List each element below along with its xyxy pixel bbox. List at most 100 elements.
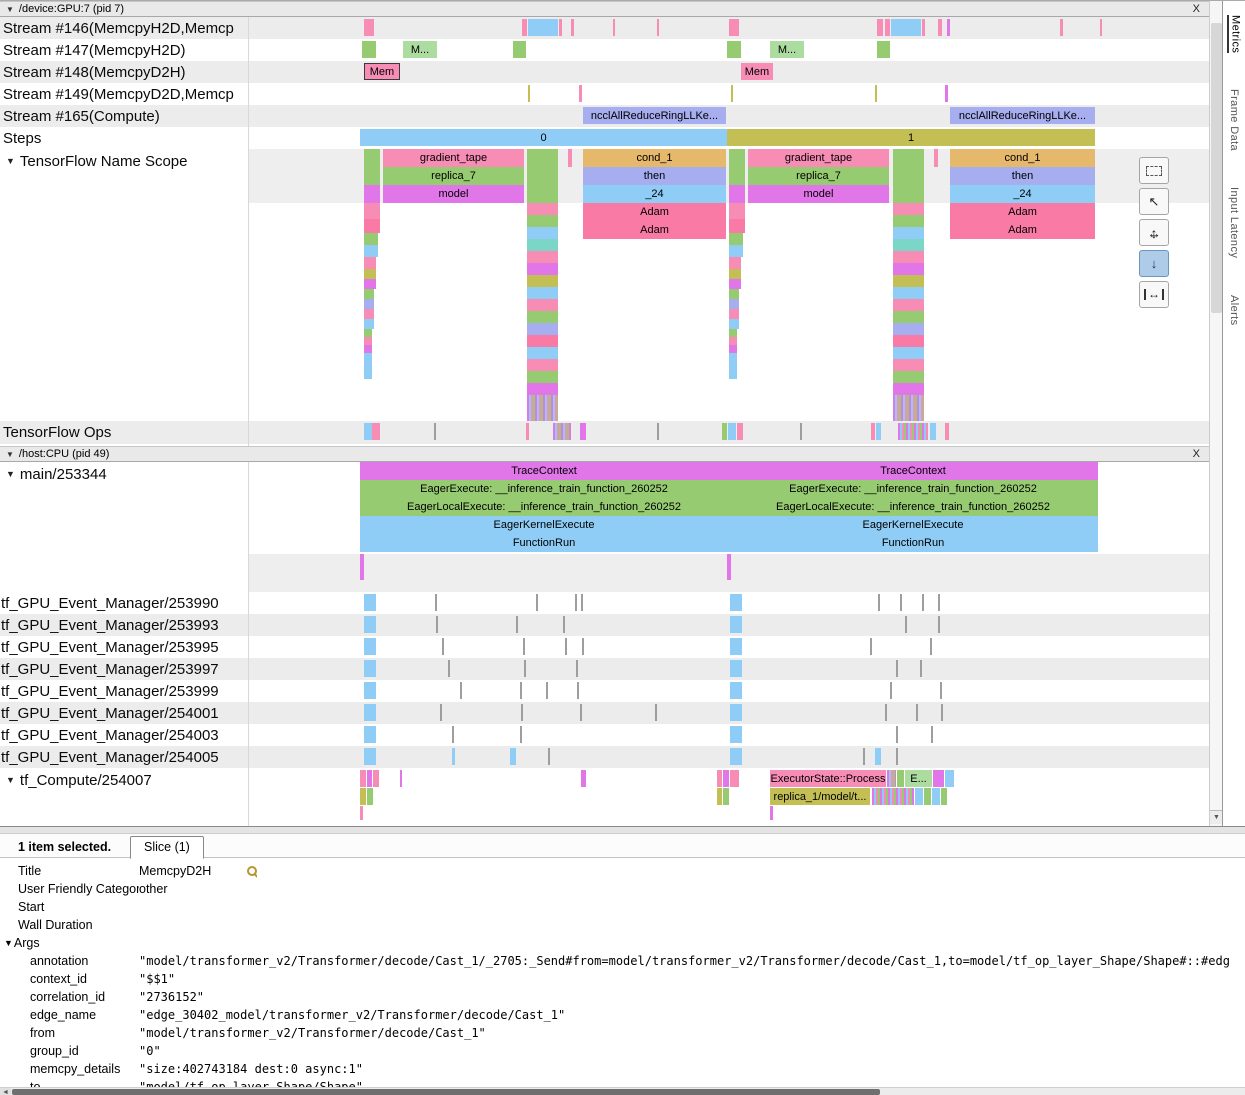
trace-slice[interactable]: FunctionRun xyxy=(360,534,728,552)
trace-slice[interactable] xyxy=(885,19,890,36)
trace-slice[interactable] xyxy=(527,335,558,347)
trace-slice[interactable] xyxy=(448,660,450,677)
trace-slice[interactable] xyxy=(885,704,887,721)
trace-slice[interactable] xyxy=(527,275,558,287)
trace-slice[interactable] xyxy=(580,704,582,721)
collapse-arrow-icon[interactable]: ▼ xyxy=(6,153,15,166)
trace-slice[interactable] xyxy=(528,85,530,102)
tab-metrics[interactable]: Metrics xyxy=(1227,15,1242,53)
trace-slice[interactable] xyxy=(524,660,526,677)
trace-slice[interactable] xyxy=(576,660,578,677)
trace-slice[interactable] xyxy=(373,770,379,787)
trace-slice[interactable] xyxy=(580,423,586,440)
trace-slice[interactable] xyxy=(916,704,918,721)
trace-slice[interactable] xyxy=(360,554,364,580)
trace-slice[interactable] xyxy=(877,41,890,58)
trace-slice[interactable] xyxy=(877,19,883,36)
trace-slice[interactable] xyxy=(863,748,865,765)
trace-slice[interactable] xyxy=(527,395,558,421)
trace-slice[interactable] xyxy=(875,748,881,765)
trace-slice[interactable] xyxy=(896,726,898,743)
trace-slice[interactable] xyxy=(729,309,739,319)
trace-slice[interactable] xyxy=(364,185,380,203)
trace-slice[interactable] xyxy=(527,371,558,383)
trace-slice[interactable] xyxy=(527,239,558,251)
timing-tool-button[interactable]: ↔ xyxy=(1139,281,1169,308)
trace-slice[interactable] xyxy=(729,203,745,219)
trace-slice[interactable] xyxy=(727,554,731,580)
trace-slice[interactable] xyxy=(577,682,579,699)
trace-slice[interactable] xyxy=(723,788,729,805)
trace-slice[interactable] xyxy=(364,353,372,379)
pan-tool-button[interactable]: ↔↕ xyxy=(1139,219,1169,246)
trace-slice[interactable] xyxy=(915,788,923,805)
trace-slice[interactable]: ncclAllReduceRingLLKe... xyxy=(950,107,1095,124)
trace-slice[interactable] xyxy=(364,594,376,611)
trace-slice[interactable] xyxy=(729,319,739,329)
trace-slice[interactable] xyxy=(945,770,954,787)
trace-slice[interactable] xyxy=(559,19,562,36)
trace-slice[interactable]: cond_1 xyxy=(583,149,726,167)
trace-slice[interactable] xyxy=(527,323,558,335)
trace-slice[interactable] xyxy=(1060,19,1063,36)
trace-slice[interactable] xyxy=(729,345,737,353)
trace-slice[interactable] xyxy=(436,616,438,633)
trace-slice[interactable] xyxy=(364,19,374,36)
trace-slice[interactable]: FunctionRun xyxy=(728,534,1098,552)
trace-slice[interactable]: gradient_tape xyxy=(748,149,889,167)
selection-tool-button[interactable]: ↖ xyxy=(1139,188,1169,215)
trace-slice[interactable] xyxy=(931,726,933,743)
trace-slice[interactable] xyxy=(722,423,727,440)
trace-slice[interactable] xyxy=(731,85,733,102)
trace-slice[interactable]: Adam xyxy=(950,221,1095,239)
trace-slice[interactable] xyxy=(729,219,745,233)
trace-slice[interactable] xyxy=(527,359,558,371)
trace-slice[interactable] xyxy=(893,203,924,215)
trace-slice[interactable] xyxy=(729,299,739,309)
collapse-arrow-icon[interactable]: ▼ xyxy=(6,772,15,785)
trace-slice[interactable] xyxy=(364,257,376,269)
trace-slice[interactable] xyxy=(364,337,372,345)
trace-slice[interactable] xyxy=(729,149,745,167)
zoom-tool-button[interactable]: ↓ xyxy=(1139,250,1169,277)
trace-slice[interactable]: _24 xyxy=(950,185,1095,203)
args-section-header[interactable]: ▼ Args xyxy=(0,934,1245,952)
trace-slice[interactable] xyxy=(613,19,615,36)
trace-slice[interactable] xyxy=(523,638,525,655)
trace-slice[interactable] xyxy=(364,682,376,699)
collapse-arrow-icon[interactable]: ▼ xyxy=(6,5,14,14)
tab-slice[interactable]: Slice (1) xyxy=(130,836,204,859)
trace-slice[interactable]: Adam xyxy=(950,203,1095,221)
trace-slice[interactable] xyxy=(728,423,736,440)
trace-slice[interactable]: Mem xyxy=(364,63,400,80)
trace-slice[interactable] xyxy=(528,19,558,36)
trace-slice[interactable] xyxy=(770,806,773,820)
trace-slice[interactable] xyxy=(400,770,402,787)
horizontal-scrollbar[interactable]: ◄ xyxy=(0,1087,1245,1095)
trace-slice[interactable] xyxy=(364,329,372,337)
trace-slice[interactable] xyxy=(729,353,737,379)
trace-slice[interactable] xyxy=(527,299,558,311)
trace-slice[interactable] xyxy=(527,383,558,395)
trace-slice[interactable] xyxy=(581,770,586,787)
trace-slice[interactable] xyxy=(730,616,742,633)
trace-slice[interactable] xyxy=(893,287,924,299)
scroll-left-button[interactable]: ◄ xyxy=(0,1088,11,1095)
trace-slice[interactable] xyxy=(520,682,522,699)
trace-slice[interactable] xyxy=(922,19,925,36)
trace-slice[interactable] xyxy=(655,704,657,721)
trace-slice[interactable] xyxy=(871,423,875,440)
trace-slice[interactable] xyxy=(563,616,565,633)
panel-splitter[interactable] xyxy=(0,826,1245,834)
trace-slice[interactable] xyxy=(930,423,936,440)
trace-slice[interactable] xyxy=(920,660,922,677)
trace-slice[interactable] xyxy=(729,289,739,299)
trace-slice[interactable] xyxy=(941,704,943,721)
trace-slice[interactable] xyxy=(553,423,571,440)
trace-slice[interactable] xyxy=(364,203,380,219)
trace-slice[interactable] xyxy=(364,345,372,353)
trace-slice[interactable] xyxy=(933,770,944,787)
trace-slice[interactable] xyxy=(460,682,462,699)
trace-slice[interactable] xyxy=(893,335,924,347)
trace-slice[interactable] xyxy=(571,19,574,36)
